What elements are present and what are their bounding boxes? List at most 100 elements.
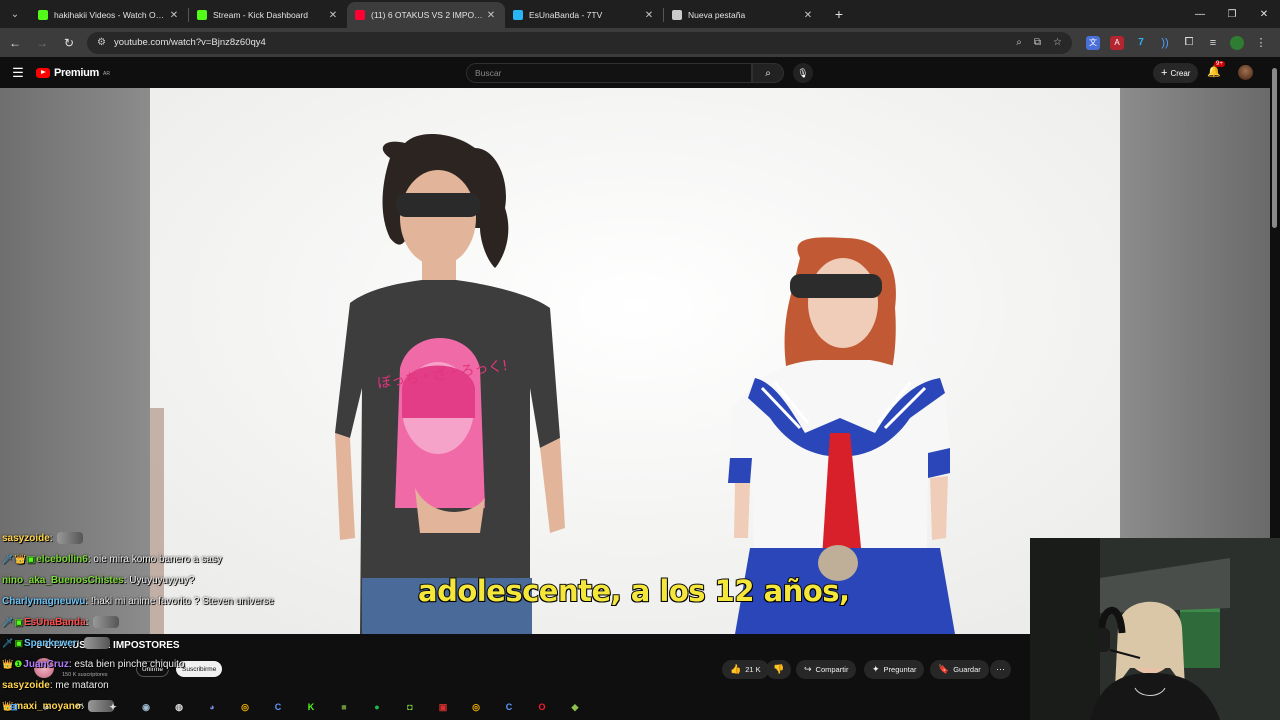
minecraft-icon[interactable]: ■ (336, 699, 352, 715)
chat-text: esta bien pinche chiquito (74, 659, 185, 670)
discord-icon[interactable]: ◕ (204, 699, 220, 715)
chat-username[interactable]: nino_aka_BuenosChistes (2, 575, 124, 586)
kick-icon[interactable]: K (303, 699, 319, 715)
reload-button[interactable]: ↻ (57, 31, 81, 55)
profile-avatar-icon[interactable] (1230, 35, 1244, 50)
chrome-icon (672, 10, 682, 20)
headphones-icon[interactable]: ◠ (72, 699, 88, 715)
obs-icon[interactable]: ◍ (171, 699, 187, 715)
tab-close-icon[interactable]: ✕ (802, 10, 814, 21)
chat-username[interactable]: elcebollin6 (36, 554, 88, 565)
chat-colon: : (49, 533, 56, 544)
tab-title: hakihakii Videos - Watch On-De (54, 10, 168, 20)
restore-icon[interactable]: ❐ (1216, 0, 1248, 28)
tab-title: EsUnaBanda - 7TV (529, 10, 603, 20)
microphone-icon: 🎙 (797, 67, 809, 78)
tab-close-icon[interactable]: ✕ (327, 10, 339, 21)
address-bar[interactable]: ⚙ youtube.com/watch?v=Bjnz8z60qy4 ⌕ ⧉ ☆ (87, 31, 1072, 54)
youtube-premium-logo[interactable]: Premium AR (36, 67, 110, 79)
stream-chat-overlay: sasyzoide: 🗡👑▣elcebollin6: oie mira komo… (2, 528, 322, 717)
sub-badge-icon: ▣ (14, 617, 23, 627)
browser-tab[interactable]: Stream - Kick Dashboard ✕ (189, 2, 347, 28)
tab-list: hakihakii Videos - Watch On-De ✕ Stream - … (30, 2, 822, 28)
search-icon: ⌕ (765, 67, 771, 79)
ask-button[interactable]: ✦ Preguntar (864, 660, 925, 679)
windows-start-icon[interactable]: ⊞ (6, 699, 22, 715)
cube-app-icon[interactable]: ◆ (567, 699, 583, 715)
chat-username[interactable]: JuanCruz (23, 659, 69, 670)
zoom-icon[interactable]: ⌕ (1016, 37, 1022, 48)
search-input[interactable]: Buscar (466, 63, 752, 83)
steam-icon[interactable]: ◉ (138, 699, 154, 715)
browser-tab[interactable]: Nueva pestaña ✕ (664, 2, 822, 28)
site-info-icon[interactable]: ⚙ (97, 37, 106, 48)
save-label: Guardar (953, 665, 981, 674)
extension-red-icon[interactable]: A (1110, 35, 1124, 50)
chat-username[interactable]: sasyzoide (2, 680, 50, 691)
dislike-button[interactable]: 👎 (766, 660, 792, 679)
sparkle-icon: ✦ (872, 664, 880, 674)
save-button[interactable]: 🔖 Guardar (930, 660, 989, 679)
extension-wave-icon[interactable]: )) (1158, 36, 1172, 50)
browser-tab[interactable]: hakihakii Videos - Watch On-De ✕ (30, 2, 188, 28)
share-button[interactable]: ↪ Compartir (796, 660, 857, 679)
browser-menu-icon[interactable]: ⋮ (1254, 36, 1268, 50)
new-tab-button[interactable]: + (828, 3, 850, 25)
chat-username[interactable]: sasyzoide (2, 533, 50, 544)
notifications-button[interactable]: 🔔 9+ (1207, 61, 1225, 78)
search-icon[interactable]: ⌕ (39, 699, 55, 715)
crown-badge-icon: 👑 (14, 554, 26, 564)
c-app-icon[interactable]: C (270, 699, 286, 715)
chevron-down-icon: ⌄ (10, 8, 20, 20)
ai-icon[interactable]: ✦ (105, 699, 121, 715)
extension-7tv-icon[interactable]: 7 (1134, 36, 1148, 50)
chat-emote-icon (84, 637, 111, 650)
chat-message: nino_aka_BuenosChistes: Uyuyuyuyyuy? (2, 570, 322, 591)
chat-text: !haki mi anime favorito ? Steven univers… (90, 596, 274, 607)
c-app-2-icon[interactable]: C (501, 699, 517, 715)
create-label: Crear (1170, 68, 1191, 78)
voice-changer-icon[interactable]: ▣ (435, 699, 451, 715)
minimize-icon[interactable]: — (1184, 0, 1216, 28)
extensions-puzzle-icon[interactable]: ⧠ (1182, 36, 1196, 50)
browser-toolbar: ← → ↻ ⚙ youtube.com/watch?v=Bjnz8z60qy4 … (0, 28, 1280, 57)
like-button[interactable]: 👍 21 K (722, 660, 769, 679)
browser-tab[interactable]: EsUnaBanda - 7TV ✕ (505, 2, 663, 28)
bell-icon: 🔔 (1207, 66, 1221, 78)
streamlabs-icon[interactable]: ◘ (402, 699, 418, 715)
opera-icon[interactable]: O (534, 699, 550, 715)
tab-close-icon[interactable]: ✕ (485, 10, 497, 21)
youtube-header: ☰ Premium AR Buscar ⌕ 🎙 + Crear 🔔 9+ (0, 57, 1280, 88)
tab-close-icon[interactable]: ✕ (643, 10, 655, 21)
install-app-icon[interactable]: ⧉ (1034, 37, 1041, 48)
arrow-right-icon: → (36, 35, 48, 50)
create-button[interactable]: + Crear (1153, 63, 1199, 83)
tab-title: (11) 6 OTAKUS VS 2 IMPOSTOR (371, 10, 485, 20)
search-button[interactable]: ⌕ (752, 63, 784, 83)
account-avatar[interactable] (1238, 65, 1253, 80)
chrome-active-icon[interactable]: ◎ (468, 699, 484, 715)
browser-tab[interactable]: (11) 6 OTAKUS VS 2 IMPOSTOR ✕ (347, 2, 505, 28)
tab-search-button[interactable]: ⌄ (2, 3, 28, 25)
tab-close-icon[interactable]: ✕ (168, 10, 180, 21)
chat-username[interactable]: Charlymagneuwu (2, 596, 85, 607)
country-code: AR (102, 70, 110, 77)
chat-username[interactable]: EsUnaBanda (24, 617, 86, 628)
ask-label: Preguntar (883, 665, 917, 674)
video-subtitle: adolescente, a los 12 años, (417, 573, 851, 609)
spotify-icon[interactable]: ● (369, 699, 385, 715)
more-actions-button[interactable]: ⋯ (990, 660, 1011, 679)
bookmark-star-icon[interactable]: ☆ (1053, 37, 1062, 48)
media-controls-icon[interactable]: ≡ (1206, 36, 1220, 50)
forward-button[interactable]: → (30, 31, 54, 55)
voice-search-button[interactable]: 🎙 (793, 63, 813, 83)
youtube-play-icon (36, 67, 50, 78)
menu-hamburger-icon[interactable]: ☰ (0, 65, 36, 81)
extension-translate-icon[interactable]: 文 (1086, 35, 1100, 50)
chrome-icon[interactable]: ◎ (237, 699, 253, 715)
close-window-icon[interactable]: ✕ (1248, 0, 1280, 28)
chat-text: me mataron (55, 680, 109, 691)
chat-username[interactable]: Spankewer (24, 638, 77, 649)
page-scrollbar-thumb[interactable] (1272, 68, 1277, 228)
back-button[interactable]: ← (3, 31, 27, 55)
